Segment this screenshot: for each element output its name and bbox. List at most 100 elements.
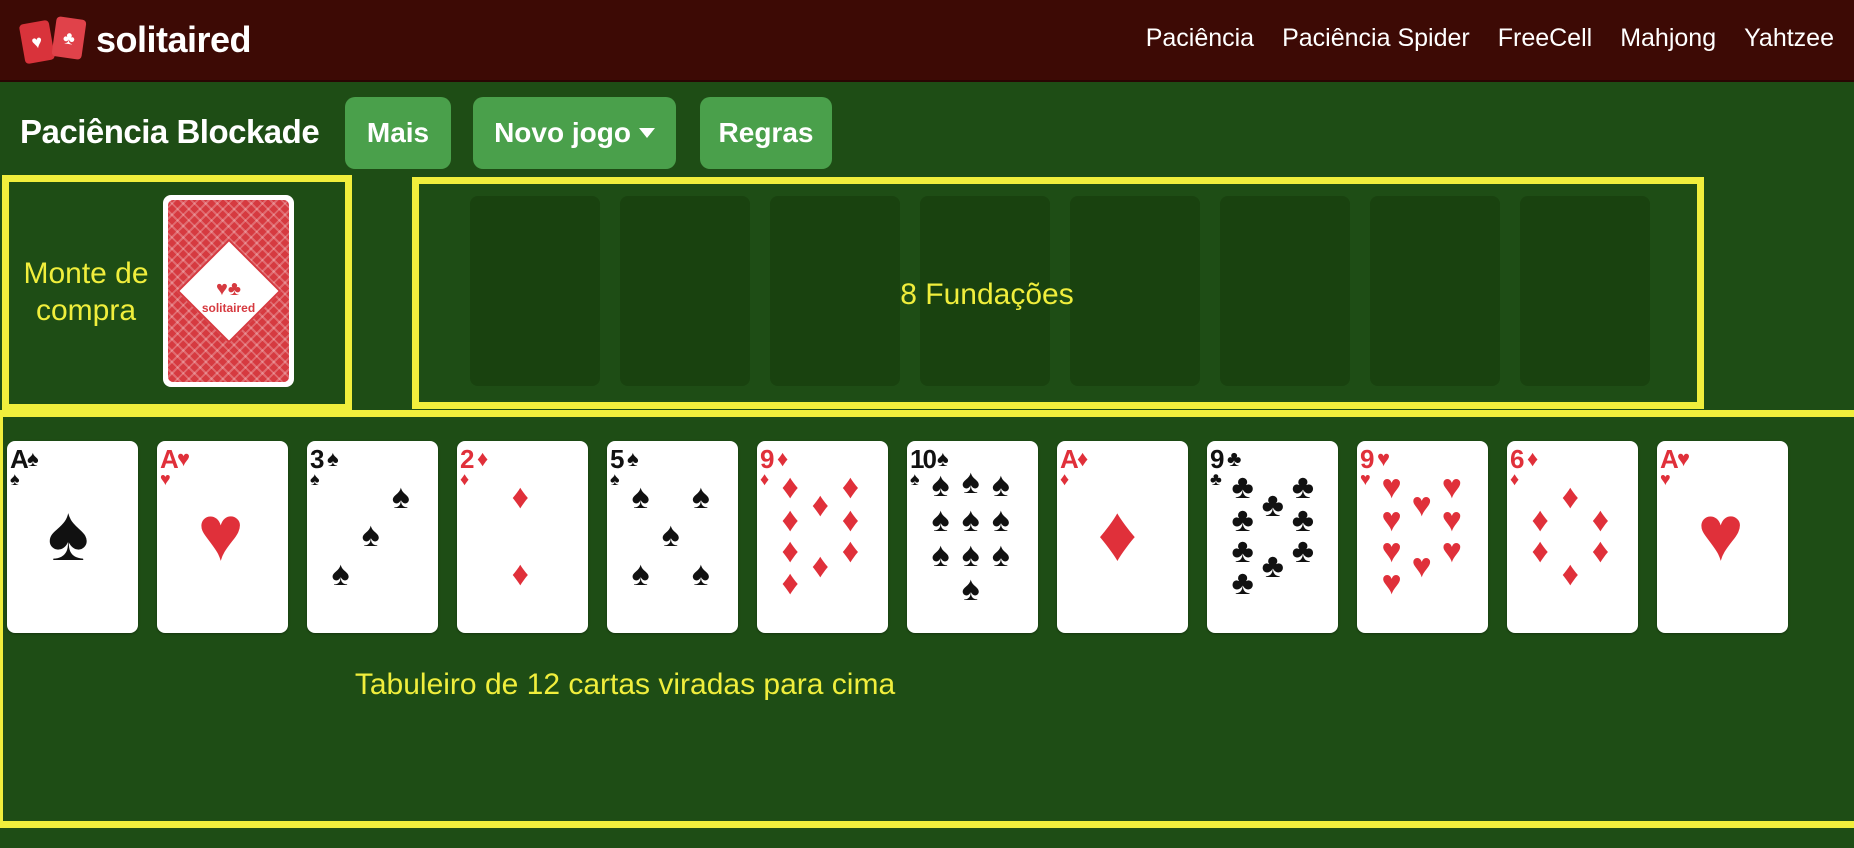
tableau-card[interactable]: 10 ♠ ♠ ♠ ♠ ♠ ♠ ♠ ♠ ♠ ♠ ♠ ♠ (907, 441, 1038, 633)
card-pip-icon: ♦ (781, 564, 799, 603)
card-small-suit-icon: ♥ (160, 469, 171, 489)
card-corner-suit-icon: ♠ (327, 446, 339, 471)
card-corner-suit-icon: ♥ (1677, 446, 1691, 471)
logo-card-club: ♣ (51, 16, 87, 60)
card-pip-icon: ♣ (1231, 468, 1254, 507)
card-back-logo-suits: ♥♣ (216, 278, 241, 300)
card-pip-icon: ♦ (1097, 489, 1138, 578)
card-pip-icon: ♦ (811, 547, 829, 586)
card-pip-icon: ♦ (1531, 531, 1549, 570)
card-corner-suit-icon: ♠ (627, 446, 639, 471)
nav-link-paciencia-spider[interactable]: Paciência Spider (1282, 24, 1470, 53)
card-rank: 6 (1510, 444, 1525, 474)
logo-cards-icon: ♥ ♣ (18, 16, 90, 65)
card-small-suit-icon: ♠ (310, 469, 320, 489)
tableau-card[interactable]: A ♥ ♥ ♥ (1657, 441, 1788, 633)
tableau-card[interactable]: 9 ♣ ♣ ♣ ♣ ♣ ♣ ♣ ♣ ♣ ♣ ♣ (1207, 441, 1338, 633)
card-pip-icon: ♥ (1381, 468, 1402, 507)
card-small-suit-icon: ♣ (1210, 469, 1222, 489)
nav-link-mahjong[interactable]: Mahjong (1620, 24, 1716, 53)
caret-down-icon (638, 128, 655, 138)
card-pip-icon: ♦ (511, 477, 529, 516)
site-logo[interactable]: ♥ ♣ solitaired (18, 16, 252, 65)
card-back: ♥♣ solitaired (168, 200, 289, 382)
stock-pile[interactable]: ♥♣ solitaired (163, 195, 294, 387)
card-pip-icon: ♣ (1231, 531, 1254, 570)
card-pip-icon: ♦ (811, 485, 829, 524)
card-small-suit-icon: ♠ (10, 469, 20, 489)
tableau-card[interactable]: A ♦ ♦ ♦ (1057, 441, 1188, 633)
tableau-card[interactable]: 9 ♦ ♦ ♦ ♦ ♦ ♦ ♦ ♦ ♦ ♦ ♦ (757, 441, 888, 633)
logo-card-heart: ♥ (18, 19, 56, 65)
card-pip-icon: ♠ (661, 516, 680, 555)
card-rank: 2 (460, 444, 475, 474)
top-bar: ♥ ♣ solitaired Paciência Paciência Spide… (0, 0, 1854, 82)
card-corner-suit-icon: ♦ (477, 446, 489, 471)
tableau-card[interactable]: A ♠ ♠ ♠ (7, 441, 138, 633)
tableau-card[interactable]: A ♥ ♥ ♥ (157, 441, 288, 633)
card-pip-icon: ♥ (1411, 485, 1432, 524)
nav-link-paciencia[interactable]: Paciência (1146, 24, 1254, 53)
card-pip-icon: ♦ (781, 468, 799, 507)
new-game-button[interactable]: Novo jogo (473, 97, 676, 169)
foundations-annotation: 8 Fundações (900, 278, 1074, 311)
stock-annotation: Monte de compra (23, 257, 149, 327)
card-pip-icon: ♥ (197, 489, 244, 578)
nav-link-yahtzee[interactable]: Yahtzee (1744, 24, 1834, 53)
card-pip-icon: ♣ (1261, 485, 1284, 524)
game-title: Paciência Blockade (20, 113, 320, 150)
card-rank: A (10, 444, 29, 474)
card-back-logo: ♥♣ solitaired (168, 278, 289, 315)
card-pip-icon: ♠ (961, 535, 980, 574)
card-pip-icon: ♠ (47, 489, 89, 578)
card-small-suit-icon: ♦ (1510, 469, 1520, 489)
card-rank: 3 (310, 444, 325, 474)
card-pip-icon: ♣ (1291, 468, 1315, 507)
card-rank: 5 (610, 444, 625, 474)
card-pip-icon: ♦ (1561, 554, 1579, 593)
tableau-card[interactable]: 5 ♠ ♠ ♠ ♠ ♠ ♠ ♠ (607, 441, 738, 633)
tableau-card[interactable]: 3 ♠ ♠ ♠ ♠ ♠ (307, 441, 438, 633)
card-pip-icon: ♠ (391, 477, 410, 516)
card-pip-icon: ♥ (1697, 489, 1744, 578)
card-small-suit-icon: ♠ (610, 469, 620, 489)
tableau-card[interactable]: 6 ♦ ♦ ♦ ♦ ♦ ♦ ♦ ♦ (1507, 441, 1638, 633)
logo-text: solitaired (96, 19, 252, 60)
card-pip-icon: ♦ (841, 468, 860, 507)
card-pip-icon: ♥ (1411, 547, 1432, 586)
card-pip-icon: ♦ (1561, 477, 1579, 516)
card-pip-icon: ♥ (1441, 468, 1462, 507)
card-pip-icon: ♠ (361, 516, 380, 555)
tableau-card[interactable]: 9 ♥ ♥ ♥ ♥ ♥ ♥ ♥ ♥ ♥ ♥ ♥ (1357, 441, 1488, 633)
rules-button-label: Regras (718, 117, 814, 148)
card-pip-icon: ♥ (1381, 564, 1402, 603)
card-rank: A (1060, 444, 1079, 474)
tableau-card[interactable]: 2 ♦ ♦ ♦ ♦ (457, 441, 588, 633)
card-corner-suit-icon: ♥ (177, 446, 191, 471)
card-small-suit-icon: ♠ (910, 469, 920, 489)
card-pip-icon: ♠ (961, 462, 980, 501)
main-nav: Paciência Paciência Spider FreeCell Mahj… (1118, 24, 1834, 53)
rules-button[interactable]: Regras (700, 97, 832, 169)
card-small-suit-icon: ♥ (1360, 469, 1371, 489)
card-pip-icon: ♥ (1441, 531, 1462, 570)
card-corner-suit-icon: ♠ (27, 446, 39, 471)
more-button[interactable]: Mais (345, 97, 451, 169)
card-pip-icon: ♠ (991, 535, 1010, 574)
card-pip-icon: ♥ (1381, 531, 1402, 570)
more-button-label: Mais (366, 117, 430, 148)
new-game-button-label: Novo jogo (494, 117, 631, 148)
card-corner-suit-icon: ♦ (1527, 446, 1539, 471)
card-pip-icon: ♠ (931, 535, 950, 574)
card-pip-icon: ♠ (631, 554, 650, 593)
card-small-suit-icon: ♦ (760, 469, 770, 489)
tableau-annotation: Tabuleiro de 12 cartas viradas para cima (354, 668, 896, 701)
card-corner-suit-icon: ♦ (1077, 446, 1089, 471)
card-small-suit-icon: ♦ (460, 469, 470, 489)
nav-link-freecell[interactable]: FreeCell (1498, 24, 1592, 53)
card-pip-icon: ♦ (1591, 531, 1610, 570)
card-pip-icon: ♠ (691, 554, 710, 593)
card-pip-icon: ♠ (961, 500, 980, 539)
card-small-suit-icon: ♦ (1060, 469, 1070, 489)
card-pip-icon: ♠ (931, 500, 950, 539)
